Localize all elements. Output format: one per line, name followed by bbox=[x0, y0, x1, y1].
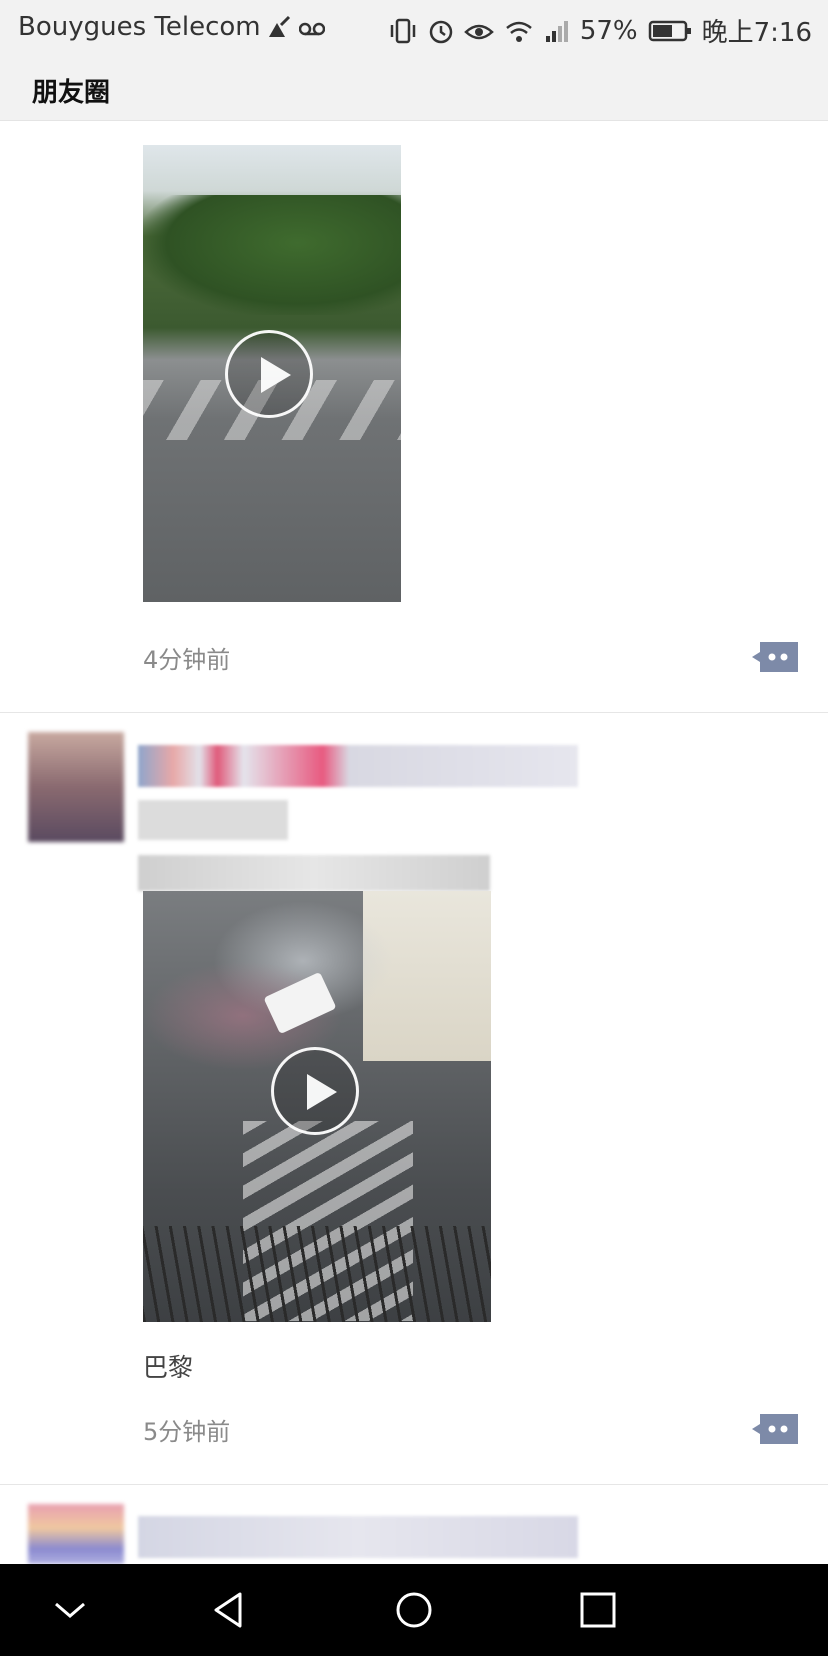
eye-icon bbox=[463, 24, 494, 39]
recents-icon[interactable] bbox=[574, 1586, 622, 1634]
play-icon[interactable] bbox=[225, 330, 313, 418]
voicemail-icon bbox=[298, 22, 325, 36]
wifi-icon bbox=[506, 21, 532, 42]
home-icon[interactable] bbox=[390, 1586, 438, 1634]
avatar[interactable] bbox=[28, 732, 124, 842]
cleaning-icon bbox=[268, 15, 290, 37]
post-divider bbox=[0, 1484, 828, 1485]
vibrate-icon bbox=[390, 18, 416, 43]
post-video-thumbnail[interactable] bbox=[143, 145, 401, 602]
username-blurred[interactable] bbox=[138, 1516, 578, 1558]
battery-percent: 57% bbox=[579, 15, 638, 46]
post-text-blurred bbox=[138, 800, 288, 840]
comment-icon[interactable] bbox=[750, 640, 800, 674]
clock: 晚上7:16 bbox=[701, 18, 812, 48]
username-blurred[interactable] bbox=[138, 745, 578, 787]
balcony-railing bbox=[143, 1226, 491, 1322]
play-icon[interactable] bbox=[271, 1047, 359, 1135]
carrier-label: Bouygues Telecom bbox=[18, 12, 261, 42]
signal-icon bbox=[545, 20, 568, 42]
post-time: 4分钟前 bbox=[143, 646, 231, 674]
android-nav-bar bbox=[0, 1564, 828, 1656]
title-bar: 朋友圈 bbox=[0, 58, 828, 121]
post-time: 5分钟前 bbox=[143, 1418, 231, 1446]
battery-icon bbox=[648, 20, 691, 41]
tree-foliage bbox=[143, 195, 401, 315]
page-title: 朋友圈 bbox=[32, 78, 111, 108]
video-title-blurred bbox=[138, 855, 490, 891]
alarm-icon bbox=[429, 20, 453, 43]
collapse-icon[interactable] bbox=[46, 1586, 94, 1634]
post-caption: 巴黎 bbox=[143, 1353, 194, 1382]
post-divider bbox=[0, 712, 828, 713]
post-video-thumbnail[interactable] bbox=[143, 891, 491, 1322]
avatar[interactable] bbox=[28, 1504, 124, 1564]
status-bar: Bouygues Telecom 57% 晚上7:16 bbox=[0, 0, 828, 58]
comment-icon[interactable] bbox=[750, 1412, 800, 1446]
back-icon[interactable] bbox=[206, 1586, 254, 1634]
